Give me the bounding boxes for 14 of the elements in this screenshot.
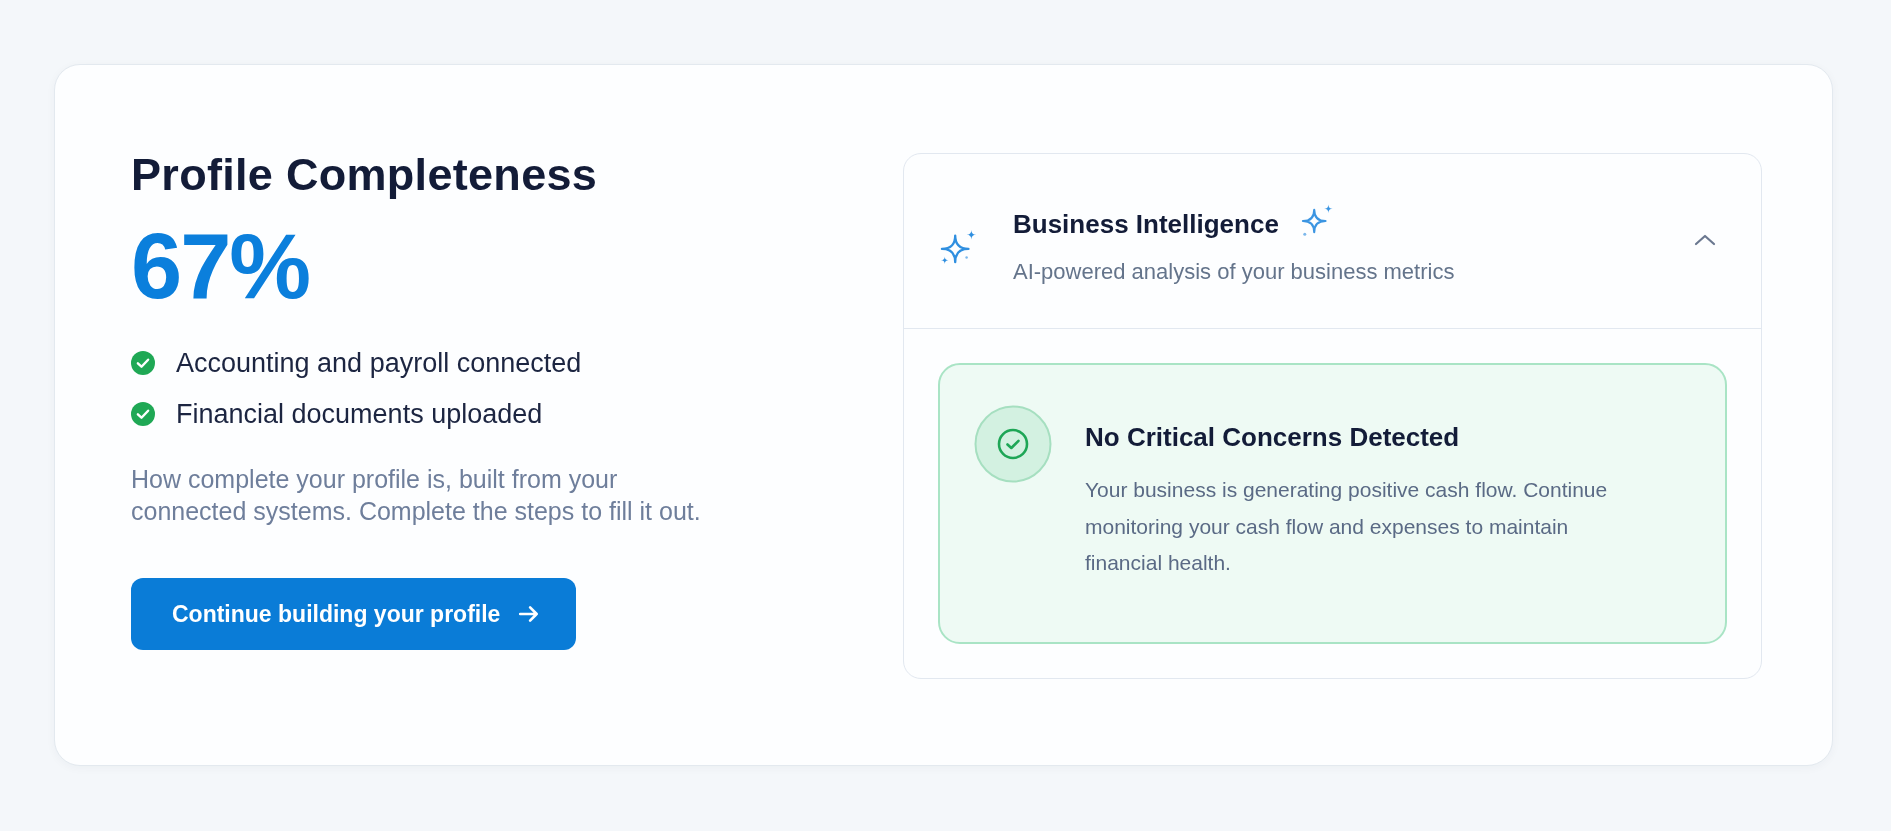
panel-title: Business Intelligence: [1013, 208, 1279, 240]
checklist-item: Accounting and payroll connected: [176, 347, 582, 380]
checklist-item: Financial documents uploaded: [176, 398, 543, 431]
sparkle-icon: [940, 228, 978, 266]
chevron-up-icon[interactable]: [1693, 233, 1717, 247]
panel-subtitle: AI-powered analysis of your business metrics: [1013, 258, 1456, 286]
alert-message: Your business is generating positive cash flow. Continue monitoring your cash flow and expenses to maintain financial health.: [1085, 477, 1609, 576]
alert-title: No Critical Concerns Detected: [1085, 421, 1461, 453]
continue-button[interactable]: Continue building your profile: [131, 578, 577, 650]
arrow-right-icon: [518, 605, 541, 623]
check-circle-icon: [974, 405, 1052, 483]
section-title: Profile Completeness: [131, 149, 598, 201]
description-text: How complete your profile is, built from your connected systems. Complete the steps to fill it out.: [131, 464, 702, 527]
completeness-percent: 67%: [131, 220, 310, 312]
